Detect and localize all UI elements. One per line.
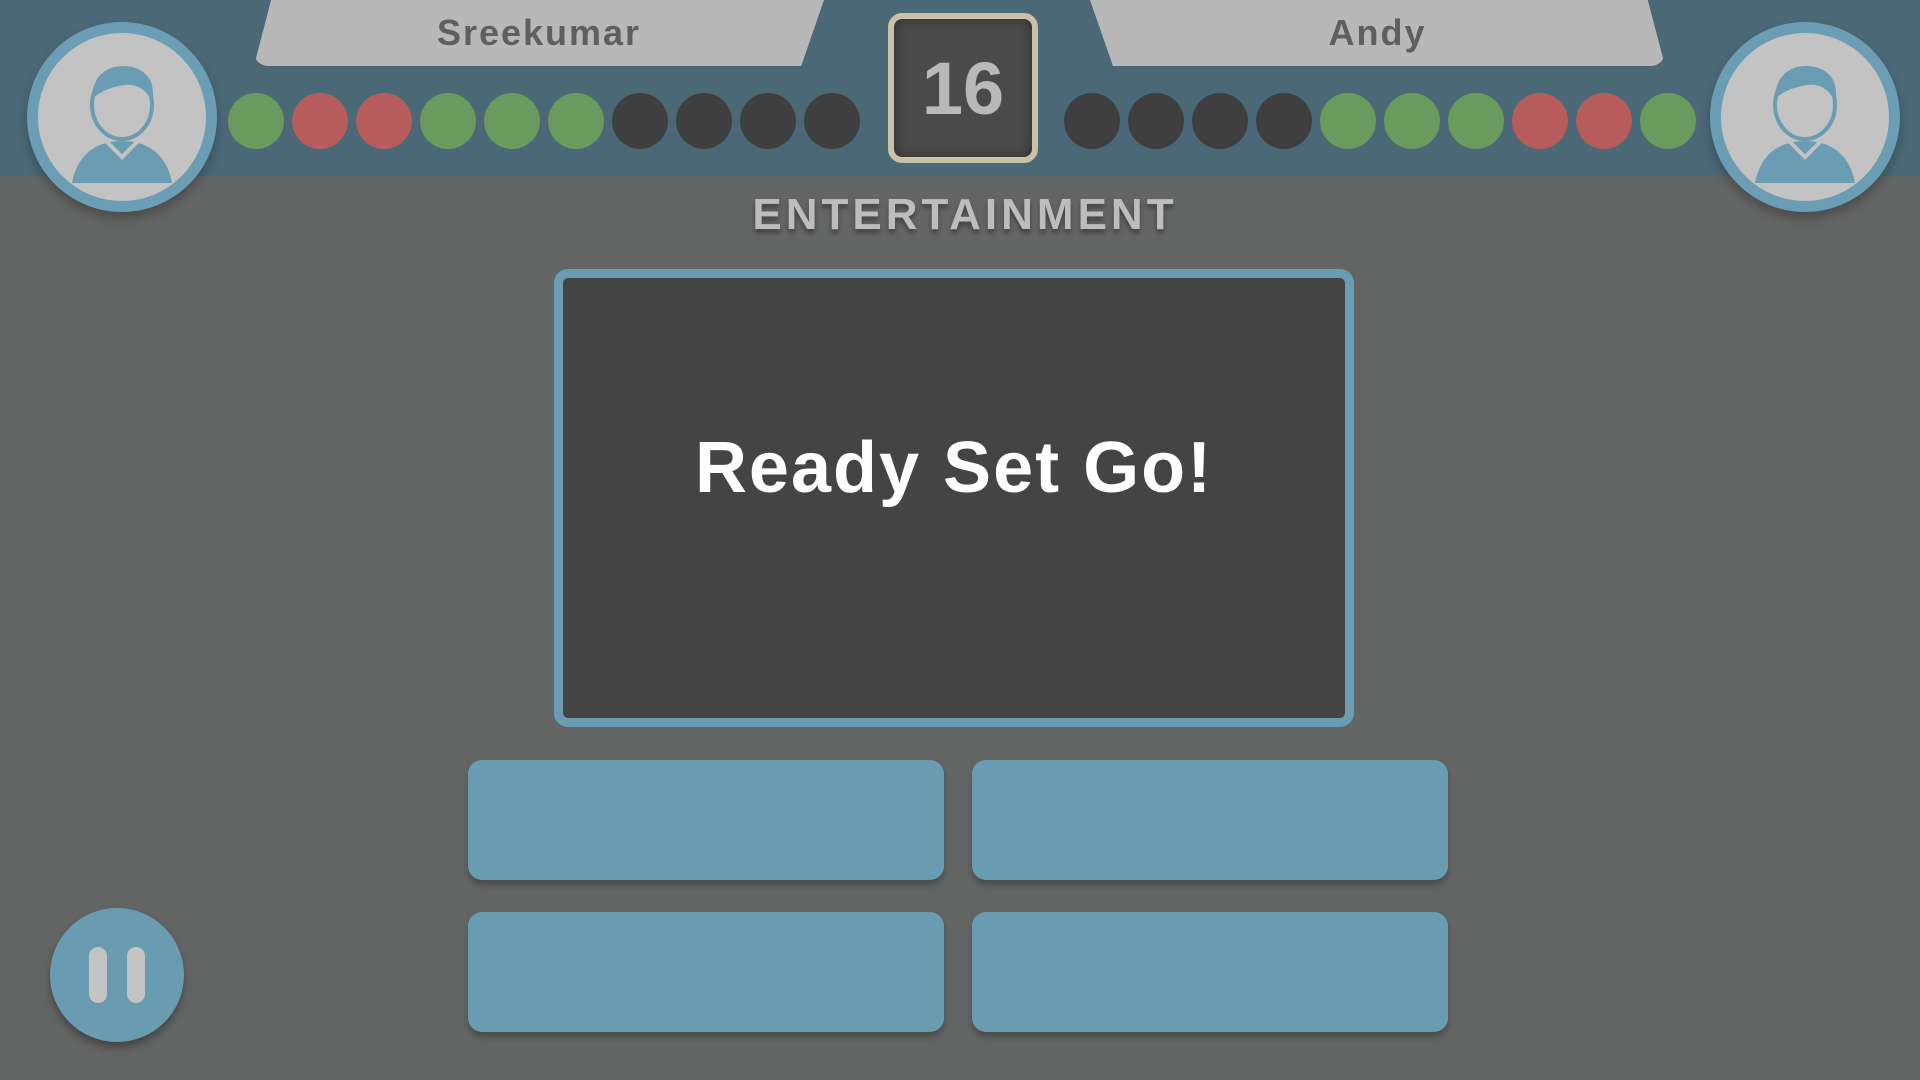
progress-dots-right <box>1064 93 1696 149</box>
progress-dot-wrong <box>356 93 412 149</box>
progress-dot-pending <box>1256 93 1312 149</box>
player-avatar-right[interactable] <box>1710 22 1900 212</box>
category-title: ENTERTAINMENT <box>752 190 1178 239</box>
round-timer: 16 <box>888 13 1038 163</box>
progress-dot-wrong <box>1576 93 1632 149</box>
progress-dot-pending <box>804 93 860 149</box>
progress-dots-left <box>228 93 860 149</box>
progress-dot-correct <box>548 93 604 149</box>
progress-dot-pending <box>612 93 668 149</box>
progress-dot-correct <box>484 93 540 149</box>
user-avatar-icon <box>1755 66 1855 183</box>
pause-icon <box>89 947 107 1003</box>
progress-dot-correct <box>420 93 476 149</box>
question-text: Ready Set Go! <box>694 428 1214 508</box>
progress-dot-correct <box>228 93 284 149</box>
progress-dot-pending <box>740 93 796 149</box>
progress-dot-correct <box>1448 93 1504 149</box>
game-screen: Sreekumar Andy 16 ENTERTAINMENT Ready Se… <box>0 0 1920 1080</box>
player-name-left: Sreekumar <box>254 0 824 66</box>
answer-button-2[interactable] <box>972 760 1448 880</box>
progress-dot-pending <box>676 93 732 149</box>
progress-dot-correct <box>1320 93 1376 149</box>
pause-button[interactable] <box>50 908 184 1042</box>
user-avatar-icon <box>72 66 172 183</box>
progress-dot-correct <box>1384 93 1440 149</box>
answer-button-3[interactable] <box>468 912 944 1032</box>
answer-button-1[interactable] <box>468 760 944 880</box>
question-card: Ready Set Go! <box>554 269 1354 727</box>
progress-dot-wrong <box>1512 93 1568 149</box>
progress-dot-pending <box>1192 93 1248 149</box>
progress-dot-pending <box>1128 93 1184 149</box>
progress-dot-wrong <box>292 93 348 149</box>
answer-button-4[interactable] <box>972 912 1448 1032</box>
progress-dot-pending <box>1064 93 1120 149</box>
player-name-right: Andy <box>1090 0 1665 66</box>
player-avatar-left[interactable] <box>27 22 217 212</box>
pause-icon <box>127 947 145 1003</box>
progress-dot-correct <box>1640 93 1696 149</box>
